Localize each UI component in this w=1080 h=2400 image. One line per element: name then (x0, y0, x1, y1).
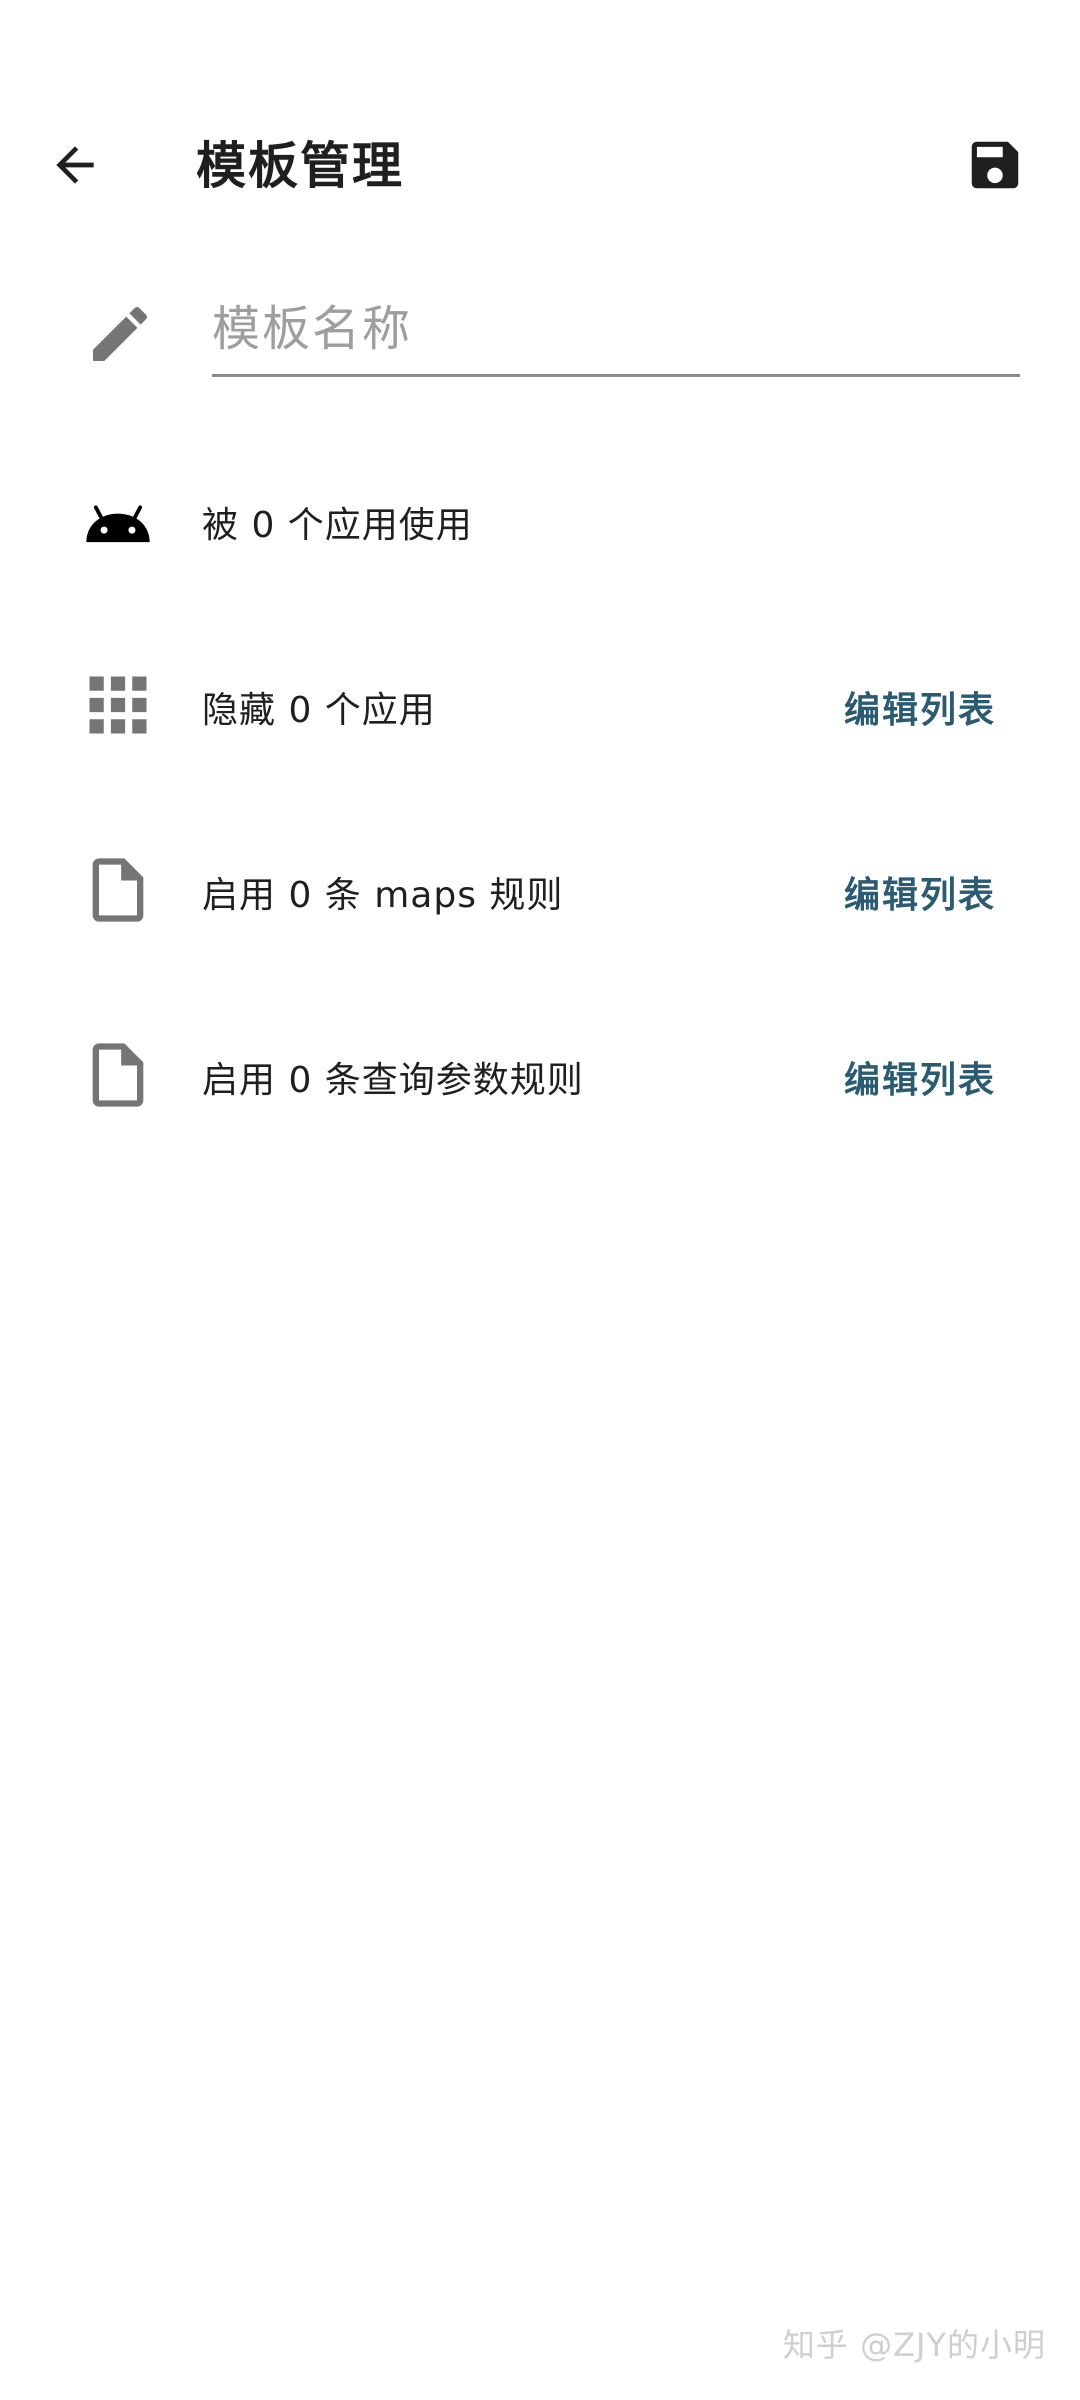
used-by-apps-row: 被 0 个应用使用 (0, 460, 1080, 580)
file-icon (92, 858, 144, 922)
floppy-disk-icon (971, 141, 1019, 189)
arrow-left-icon (56, 146, 94, 184)
android-icon (86, 505, 150, 543)
hidden-apps-label: 隐藏 0 个应用 (202, 690, 436, 731)
hidden-apps-row: 隐藏 0 个应用 编辑列表 (0, 645, 1080, 765)
query-param-rules-row: 启用 0 条查询参数规则 编辑列表 (0, 1015, 1080, 1135)
used-by-apps-label: 被 0 个应用使用 (202, 505, 473, 546)
app-bar: 模板管理 (0, 80, 1080, 250)
query-param-rules-label: 启用 0 条查询参数规则 (202, 1060, 584, 1101)
back-button[interactable] (30, 120, 120, 210)
edit-query-param-rules-button[interactable]: 编辑列表 (844, 1051, 996, 1103)
grid-icon (89, 676, 147, 734)
template-name-row (0, 280, 1080, 400)
watermark: 知乎 @ZJY的小明 (782, 2326, 1046, 2364)
pencil-icon (93, 306, 148, 361)
file-icon (92, 1043, 144, 1107)
edit-maps-rules-button[interactable]: 编辑列表 (844, 866, 996, 918)
maps-rules-label: 启用 0 条 maps 规则 (202, 875, 564, 916)
edit-hidden-apps-button[interactable]: 编辑列表 (844, 681, 996, 733)
save-button[interactable] (950, 120, 1040, 210)
page-title: 模板管理 (196, 137, 404, 195)
maps-rules-row: 启用 0 条 maps 规则 编辑列表 (0, 830, 1080, 950)
template-name-input[interactable] (212, 290, 1020, 377)
